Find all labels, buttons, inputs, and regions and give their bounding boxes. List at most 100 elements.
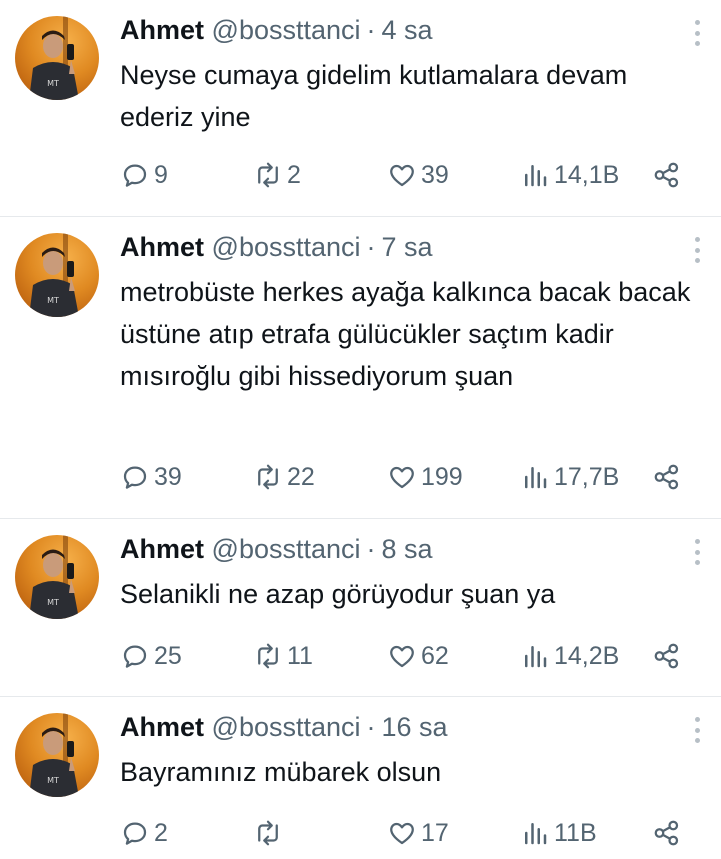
- avatar-photo: MT: [29, 713, 79, 797]
- svg-text:MT: MT: [47, 598, 59, 607]
- views-icon: [525, 165, 547, 187]
- avatar-photo: MT: [29, 535, 79, 619]
- tweet[interactable]: MT Ahmet @bossttanci · 16 sa Bayramınız mü…: [0, 697, 721, 859]
- views-button[interactable]: 17,7B: [520, 457, 619, 497]
- retweet-icon: [258, 643, 278, 669]
- share-button[interactable]: [652, 813, 682, 853]
- heart-icon: [390, 466, 414, 489]
- tweet-text: Selanikli ne azap görüyodur şuan ya: [120, 579, 556, 609]
- share-icon: [654, 464, 679, 490]
- share-icon: [654, 162, 679, 188]
- tweet-actions: 9 2 39 14,1B: [0, 155, 721, 195]
- tweet-actions: 39 22 199 17,7B: [0, 457, 721, 497]
- views-icon: [525, 823, 547, 845]
- reply-button[interactable]: 2: [120, 813, 168, 853]
- views-count: 11B: [554, 818, 597, 847]
- tweet[interactable]: MT Ahmet @bossttanci · 7 sa metrobüste her…: [0, 217, 721, 519]
- retweet-button[interactable]: [253, 813, 287, 853]
- like-button[interactable]: 17: [387, 813, 449, 853]
- more-options-icon[interactable]: [693, 237, 701, 263]
- separator-dot: ·: [366, 232, 376, 262]
- retweet-button[interactable]: 11: [253, 636, 313, 676]
- more-options-icon[interactable]: [693, 20, 701, 46]
- tweet-feed: MT Ahmet @bossttanci · 4 sa Neyse cumaya g…: [0, 0, 721, 859]
- reply-button[interactable]: 39: [120, 457, 182, 497]
- retweet-button[interactable]: 22: [253, 457, 315, 497]
- tweet-header: Ahmet @bossttanci · 8 sa: [120, 531, 433, 567]
- avatar[interactable]: MT: [15, 233, 99, 317]
- reply-count: 2: [154, 818, 168, 847]
- share-button[interactable]: [652, 457, 682, 497]
- share-button[interactable]: [652, 636, 682, 676]
- tweet-time[interactable]: 4 sa: [382, 15, 433, 45]
- like-count: 199: [421, 462, 463, 491]
- share-button[interactable]: [652, 155, 682, 195]
- tweet-actions: 2 17 11B: [0, 813, 721, 853]
- avatar[interactable]: MT: [15, 535, 99, 619]
- reply-icon: [123, 645, 147, 668]
- avatar[interactable]: MT: [15, 713, 99, 797]
- tweet-time[interactable]: 16 sa: [382, 712, 448, 742]
- reply-count: 25: [154, 641, 182, 670]
- separator-dot: ·: [366, 15, 376, 45]
- tweet[interactable]: MT Ahmet @bossttanci · 8 sa Selanikli ne a…: [0, 519, 721, 697]
- tweet-text: Bayramınız mübarek olsun: [120, 757, 442, 787]
- retweet-count: 11: [287, 641, 313, 670]
- reply-icon: [123, 164, 147, 187]
- svg-text:MT: MT: [47, 79, 59, 88]
- author-handle[interactable]: @bossttanci: [212, 232, 361, 262]
- like-button[interactable]: 39: [387, 155, 449, 195]
- reply-count: 9: [154, 160, 168, 189]
- views-count: 17,7B: [554, 462, 620, 491]
- tweet-actions: 25 11 62 14,2B: [0, 636, 721, 676]
- author-handle[interactable]: @bossttanci: [212, 534, 361, 564]
- retweet-count: 2: [287, 160, 301, 189]
- reply-button[interactable]: 25: [120, 636, 182, 676]
- retweet-button[interactable]: 2: [253, 155, 301, 195]
- more-options-icon[interactable]: [693, 717, 701, 743]
- retweet-icon: [258, 162, 278, 188]
- separator-dot: ·: [366, 534, 376, 564]
- tweet-text: Neyse cumaya gidelim kutlamalara devam e…: [120, 60, 628, 132]
- reply-icon: [123, 466, 147, 489]
- views-button[interactable]: 14,2B: [520, 636, 619, 676]
- views-icon: [525, 467, 547, 489]
- heart-icon: [390, 164, 414, 187]
- avatar[interactable]: MT: [15, 16, 99, 100]
- tweet-time[interactable]: 8 sa: [382, 534, 433, 564]
- retweet-icon: [258, 820, 278, 846]
- like-button[interactable]: 199: [387, 457, 463, 497]
- author-name[interactable]: Ahmet: [120, 15, 204, 45]
- author-handle[interactable]: @bossttanci: [212, 15, 361, 45]
- tweet-time[interactable]: 7 sa: [382, 232, 433, 262]
- retweet-icon: [258, 464, 278, 490]
- tweet[interactable]: MT Ahmet @bossttanci · 4 sa Neyse cumaya g…: [0, 0, 721, 217]
- heart-icon: [390, 645, 414, 668]
- reply-icon: [123, 822, 147, 845]
- author-name[interactable]: Ahmet: [120, 712, 204, 742]
- share-icon: [654, 820, 679, 846]
- views-button[interactable]: 11B: [520, 813, 597, 853]
- share-icon: [654, 643, 679, 669]
- like-count: 62: [421, 641, 449, 670]
- more-options-icon[interactable]: [693, 539, 701, 565]
- author-handle[interactable]: @bossttanci: [212, 712, 361, 742]
- avatar-photo: MT: [29, 233, 79, 317]
- like-button[interactable]: 62: [387, 636, 449, 676]
- tweet-header: Ahmet @bossttanci · 4 sa: [120, 12, 433, 48]
- views-button[interactable]: 14,1B: [520, 155, 619, 195]
- like-count: 39: [421, 160, 449, 189]
- separator-dot: ·: [366, 712, 376, 742]
- author-name[interactable]: Ahmet: [120, 534, 204, 564]
- avatar-photo: MT: [29, 16, 79, 100]
- svg-text:MT: MT: [47, 296, 59, 305]
- views-count: 14,2B: [554, 641, 620, 670]
- reply-button[interactable]: 9: [120, 155, 168, 195]
- views-icon: [525, 646, 547, 668]
- author-name[interactable]: Ahmet: [120, 232, 204, 262]
- tweet-header: Ahmet @bossttanci · 7 sa: [120, 229, 433, 265]
- svg-text:MT: MT: [47, 776, 59, 785]
- tweet-header: Ahmet @bossttanci · 16 sa: [120, 709, 448, 745]
- heart-icon: [390, 822, 414, 845]
- reply-count: 39: [154, 462, 182, 491]
